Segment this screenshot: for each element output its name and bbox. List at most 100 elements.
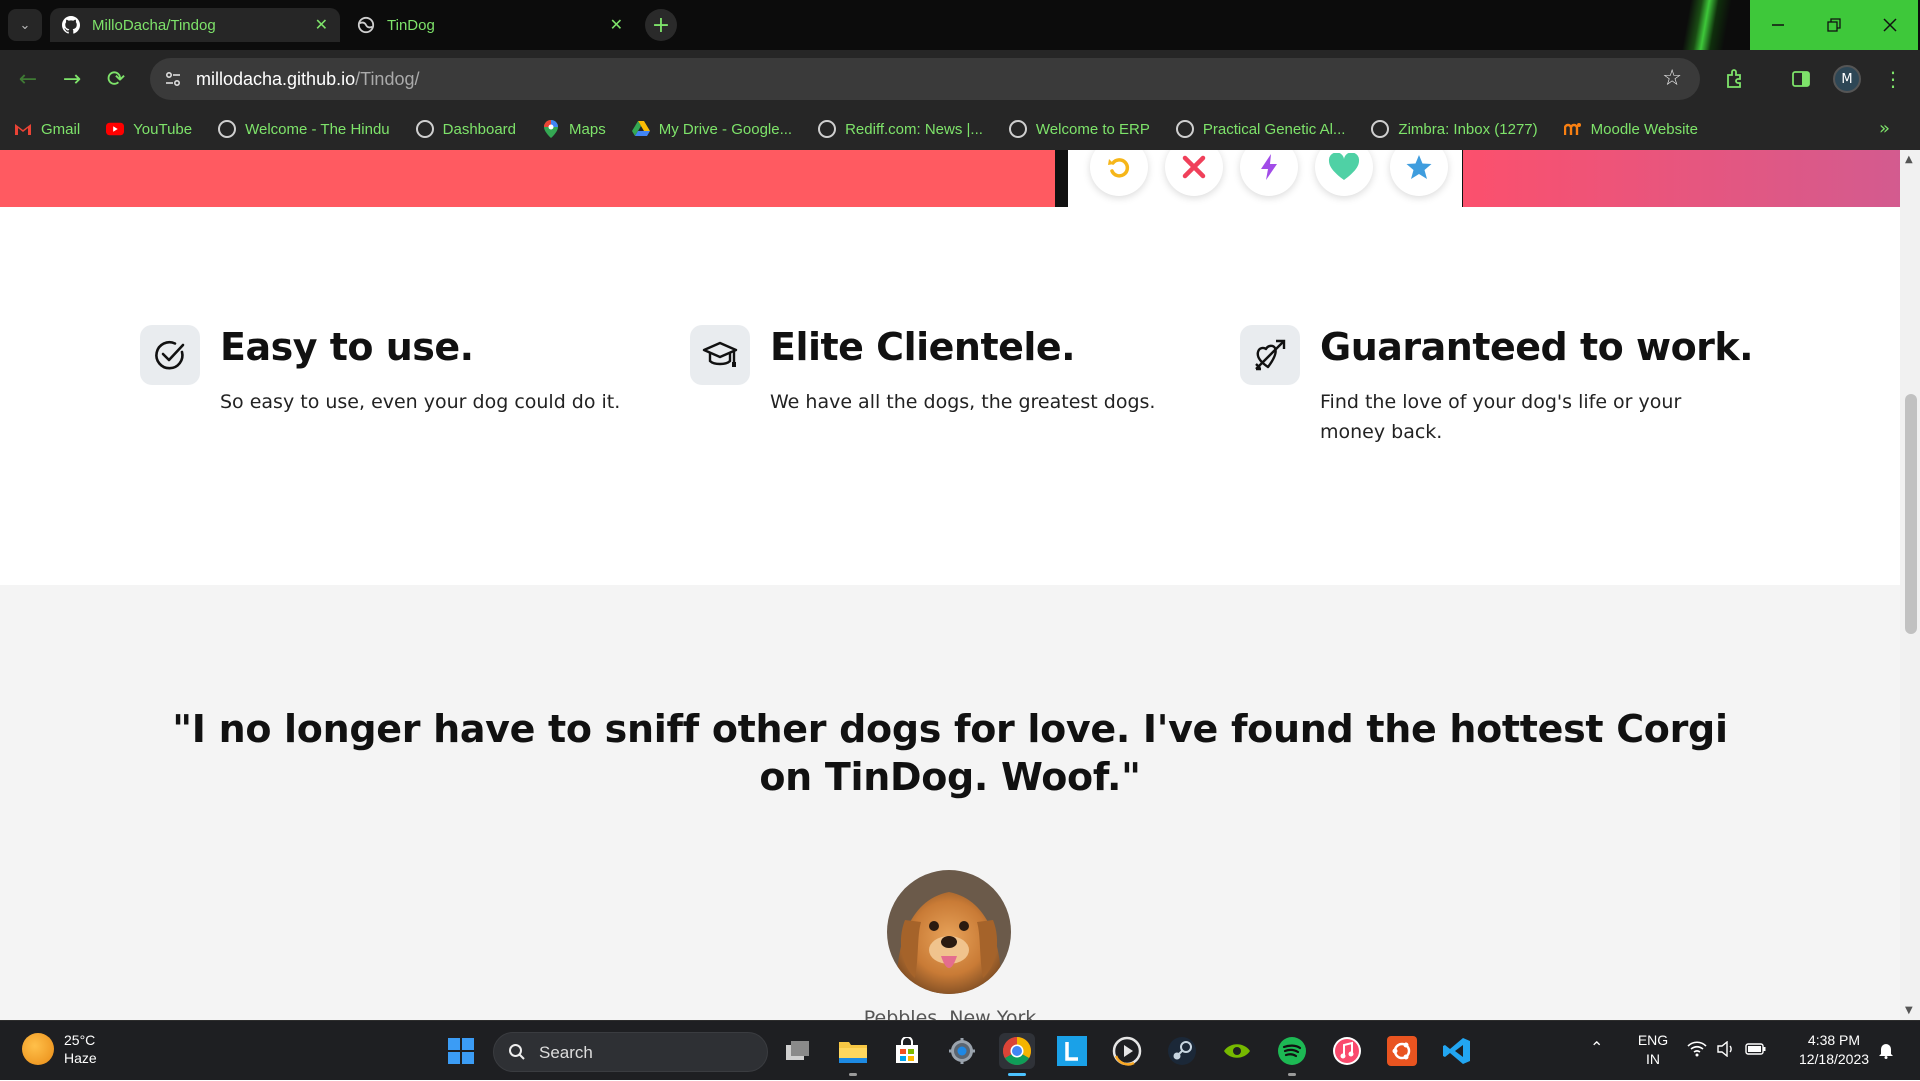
clock-date: 12/18/2023 <box>1798 1051 1870 1067</box>
youtube-icon <box>106 120 125 138</box>
bookmark-zimbra[interactable]: Zimbra: Inbox (1277) <box>1371 120 1538 138</box>
globe-icon <box>1008 120 1027 138</box>
feature-title: Easy to use. <box>220 325 474 369</box>
bookmark-label: Practical Genetic Al... <box>1202 120 1346 138</box>
tab-tindog[interactable]: TinDog ✕ <box>345 8 635 42</box>
lang-line1: ENG <box>1637 1032 1669 1048</box>
bookmark-my-drive[interactable]: My Drive - Google... <box>631 120 793 138</box>
task-view-icon[interactable] <box>780 1033 816 1069</box>
tab-search-button[interactable]: ⌄ <box>8 9 42 41</box>
media-player-icon[interactable] <box>1109 1033 1145 1069</box>
bookmark-gmail[interactable]: Gmail <box>14 120 80 138</box>
windows-start-icon[interactable] <box>443 1033 479 1069</box>
settings-gear-icon[interactable] <box>944 1033 980 1069</box>
menu-kebab-icon[interactable]: ⋮ <box>1878 64 1908 94</box>
tab-title: TinDog <box>387 16 435 34</box>
feature-text: So easy to use, even your dog could do i… <box>220 391 621 413</box>
globe-icon <box>357 16 375 34</box>
scroll-up-arrow-icon[interactable]: ▲ <box>1905 154 1913 165</box>
testimonial-quote: "I no longer have to sniff other dogs fo… <box>172 707 1728 799</box>
new-tab-button[interactable]: + <box>645 9 677 41</box>
wifi-icon[interactable] <box>1687 1041 1707 1062</box>
rewind-icon <box>1090 150 1148 196</box>
browser-tab-bar: ⌄ MilloDacha/Tindog ✕ TinDog ✕ + <box>0 0 1920 50</box>
side-panel-icon[interactable] <box>1786 64 1816 94</box>
vscode-icon[interactable] <box>1439 1033 1475 1069</box>
bookmark-label: Dashboard <box>442 120 517 138</box>
taskbar-search[interactable]: Search <box>493 1032 768 1072</box>
globe-icon <box>1175 120 1194 138</box>
forward-arrow-icon[interactable]: → <box>56 63 88 95</box>
running-indicator <box>1288 1073 1296 1076</box>
bookmark-rediff[interactable]: Rediff.com: News |... <box>818 120 983 138</box>
bookmark-practical-genetic[interactable]: Practical Genetic Al... <box>1175 120 1346 138</box>
address-bar[interactable]: millodacha.github.io/Tindog/ ☆ <box>150 58 1700 100</box>
tab-title: MilloDacha/Tindog <box>92 16 216 34</box>
site-info-icon[interactable] <box>164 70 182 88</box>
microsoft-store-icon[interactable] <box>889 1033 925 1069</box>
like-heart-icon <box>1315 150 1373 196</box>
bookmark-star-icon[interactable]: ☆ <box>1662 66 1682 91</box>
close-window-button[interactable] <box>1862 0 1918 50</box>
lens-app-icon[interactable] <box>1054 1033 1090 1069</box>
web-page: Easy to use. So easy to use, even your d… <box>0 150 1900 1020</box>
bookmark-label: Welcome - The Hindu <box>245 120 390 138</box>
dog-avatar-image <box>887 870 1011 994</box>
close-tab-icon[interactable]: ✕ <box>315 15 328 35</box>
running-indicator <box>849 1073 857 1076</box>
back-arrow-icon[interactable]: ← <box>12 63 44 95</box>
close-tab-icon[interactable]: ✕ <box>610 15 623 35</box>
bookmark-label: Gmail <box>41 120 81 138</box>
browser-toolbar: ← → ⟳ millodacha.github.io/Tindog/ ☆ M ⋮ <box>0 50 1920 108</box>
search-placeholder: Search <box>539 1043 593 1062</box>
chrome-icon[interactable] <box>999 1033 1035 1069</box>
scrollbar-thumb[interactable] <box>1905 394 1917 634</box>
bookmark-maps[interactable]: Maps <box>542 120 606 138</box>
ubuntu-icon[interactable] <box>1384 1033 1420 1069</box>
minimize-button[interactable] <box>1750 0 1806 50</box>
feature-title: Elite Clientele. <box>770 325 1076 369</box>
file-explorer-icon[interactable] <box>835 1033 871 1069</box>
testimonial-section: "I no longer have to sniff other dogs fo… <box>0 585 1900 1020</box>
url-path: /Tindog/ <box>355 69 420 89</box>
battery-icon[interactable] <box>1745 1041 1767 1062</box>
bookmark-moodle[interactable]: Moodle Website <box>1563 120 1698 138</box>
scroll-down-arrow-icon[interactable]: ▼ <box>1905 1005 1913 1016</box>
bookmark-erp[interactable]: Welcome to ERP <box>1008 120 1150 138</box>
url-host: millodacha.github.io <box>196 69 356 89</box>
weather-widget[interactable]: 25°C Haze <box>22 1031 97 1067</box>
github-icon <box>62 16 80 34</box>
notification-bell-icon[interactable] <box>1878 1041 1894 1064</box>
show-hidden-icons-chevron-icon[interactable]: ⌃ <box>1590 1039 1603 1058</box>
language-indicator[interactable]: ENG IN <box>1633 1031 1673 1069</box>
steam-icon[interactable] <box>1164 1033 1200 1069</box>
tab-millodacha-tindog[interactable]: MilloDacha/Tindog ✕ <box>50 8 340 42</box>
bookmark-dashboard[interactable]: Dashboard <box>415 120 517 138</box>
bookmark-label: My Drive - Google... <box>658 120 793 138</box>
itunes-icon[interactable] <box>1329 1033 1365 1069</box>
bookmark-youtube[interactable]: YouTube <box>106 120 192 138</box>
extensions-icon[interactable] <box>1720 64 1750 94</box>
globe-icon <box>415 120 434 138</box>
globe-icon <box>1371 120 1390 138</box>
reload-icon[interactable]: ⟳ <box>100 63 132 95</box>
clock-time: 4:38 PM <box>1807 1032 1861 1048</box>
active-indicator <box>1008 1073 1026 1076</box>
nvidia-icon[interactable] <box>1219 1033 1255 1069</box>
more-bookmarks-icon[interactable]: » <box>1879 118 1890 139</box>
profile-avatar[interactable]: M <box>1833 65 1861 93</box>
clock[interactable]: 4:38 PM 12/18/2023 <box>1784 1031 1884 1069</box>
weather-temp: 25°C <box>64 1032 96 1048</box>
bookmark-label: Moodle Website <box>1590 120 1698 138</box>
volume-icon[interactable] <box>1717 1040 1735 1062</box>
page-scrollbar[interactable]: ▲ ▼ <box>1900 150 1920 1020</box>
globe-icon <box>818 120 837 138</box>
bookmark-the-hindu[interactable]: Welcome - The Hindu <box>218 120 390 138</box>
lang-line2: IN <box>1646 1051 1660 1067</box>
restore-button[interactable] <box>1806 0 1862 50</box>
phone-screen <box>1068 150 1462 207</box>
url-text[interactable]: millodacha.github.io/Tindog/ <box>196 69 419 90</box>
spotify-icon[interactable] <box>1274 1033 1310 1069</box>
bookmark-label: YouTube <box>133 120 193 138</box>
heart-arrow-icon <box>1240 325 1300 385</box>
